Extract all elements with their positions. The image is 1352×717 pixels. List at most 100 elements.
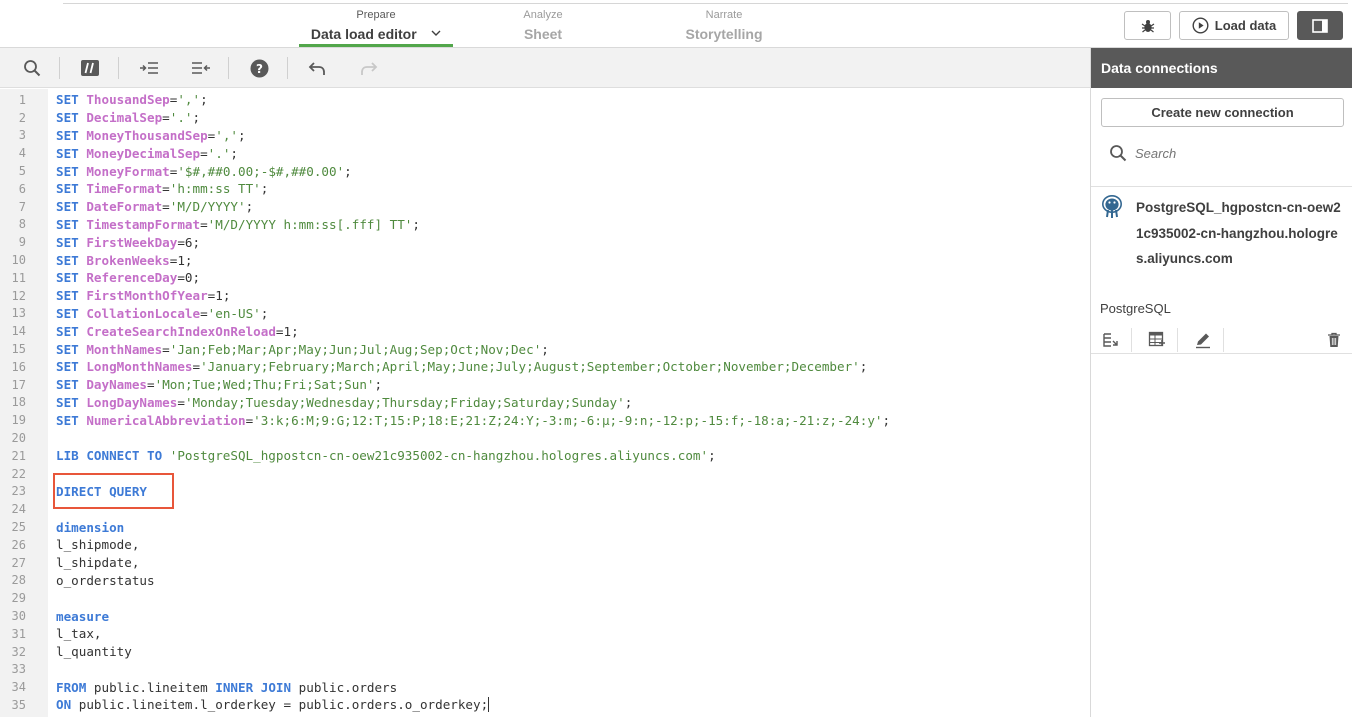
- code-line[interactable]: 29: [0, 589, 1090, 607]
- code-text: SET FirstMonthOfYear=1;: [56, 288, 230, 303]
- panel-toggle-button[interactable]: [1297, 11, 1343, 40]
- connection-name[interactable]: PostgreSQL_hgpostcn-cn-oew21c935002-cn-h…: [1136, 195, 1346, 272]
- highlight-box: [53, 473, 174, 509]
- code-line[interactable]: 20: [0, 429, 1090, 447]
- tab-prepare[interactable]: Prepare Data load editor: [299, 9, 453, 47]
- indent-icon[interactable]: [138, 57, 160, 79]
- undo-icon[interactable]: [306, 57, 328, 79]
- code-line[interactable]: 2 SET DecimalSep='.';: [0, 109, 1090, 127]
- code-token: ;: [412, 216, 420, 232]
- line-number: 7: [18, 199, 26, 214]
- code-text: SET MonthNames='Jan;Feb;Mar;Apr;May;Jun;…: [56, 342, 549, 357]
- connection-actions: [1091, 326, 1352, 354]
- code-line[interactable]: 26 l_shipmode,: [0, 536, 1090, 554]
- tab-analyze[interactable]: Analyze Sheet: [500, 9, 586, 44]
- code-token: MoneyDecimalSep: [86, 145, 201, 161]
- code-line[interactable]: 13 SET CollationLocale='en-US';: [0, 305, 1090, 323]
- code-line[interactable]: 6 SET TimeFormat='h:mm:ss TT';: [0, 180, 1090, 198]
- debug-button[interactable]: [1124, 11, 1171, 40]
- code-line[interactable]: 25 dimension: [0, 518, 1090, 536]
- chevron-down-icon[interactable]: [431, 28, 441, 38]
- line-number: 23: [11, 484, 26, 499]
- line-number: 34: [11, 680, 26, 695]
- code-line[interactable]: 31 l_tax,: [0, 625, 1090, 643]
- code-token: =1;: [275, 323, 299, 339]
- code-token: SET: [56, 92, 87, 108]
- code-token: =: [162, 341, 170, 357]
- code-line[interactable]: 9 SET FirstWeekDay=6;: [0, 233, 1090, 251]
- code-line[interactable]: 19 SET NumericalAbbreviation='3:k;6:M;9:G…: [0, 411, 1090, 429]
- code-line[interactable]: 10 SET BrokenWeeks=1;: [0, 251, 1090, 269]
- comment-icon[interactable]: [79, 57, 101, 79]
- code-line[interactable]: 21 LIB CONNECT TO 'PostgreSQL_hgpostcn-cn…: [0, 447, 1090, 465]
- load-data-button[interactable]: Load data: [1179, 11, 1289, 40]
- code-token: SET: [56, 181, 87, 197]
- edit-icon[interactable]: [1193, 330, 1213, 350]
- code-text: o_orderstatus: [56, 573, 155, 588]
- svg-text:?: ?: [256, 62, 263, 76]
- code-line[interactable]: 3 SET MoneyThousandSep=',';: [0, 127, 1090, 145]
- insert-connection-icon[interactable]: [1101, 330, 1121, 350]
- code-line[interactable]: 14 SET CreateSearchIndexOnReload=1;: [0, 322, 1090, 340]
- code-token: ;: [374, 377, 383, 393]
- code-token: =: [200, 305, 208, 321]
- code-line[interactable]: 1 SET ThousandSep=',';: [0, 91, 1090, 109]
- code-token: LongDayNames: [86, 394, 178, 410]
- code-line[interactable]: 27 l_shipdate,: [0, 554, 1090, 572]
- line-number: 3: [18, 128, 26, 143]
- code-line[interactable]: 7 SET DateFormat='M/D/YYYY';: [0, 198, 1090, 216]
- outdent-icon[interactable]: [190, 57, 212, 79]
- code-line[interactable]: 32 l_quantity: [0, 643, 1090, 661]
- code-line[interactable]: 15 SET MonthNames='Jan;Feb;Mar;Apr;May;Ju…: [0, 340, 1090, 358]
- code-text: FROM public.lineitem INNER JOIN public.o…: [56, 680, 397, 695]
- line-number: 15: [11, 342, 26, 357]
- line-number: 35: [11, 697, 26, 712]
- line-number: 5: [18, 164, 26, 179]
- code-line[interactable]: 28 o_orderstatus: [0, 572, 1090, 590]
- code-token: ',': [177, 92, 201, 108]
- create-connection-button[interactable]: Create new connection: [1101, 98, 1344, 127]
- code-line[interactable]: 33: [0, 661, 1090, 679]
- tab-narrate[interactable]: Narrate Storytelling: [670, 9, 778, 44]
- code-line[interactable]: 16 SET LongMonthNames='January;February;M…: [0, 358, 1090, 376]
- script-editor[interactable]: 1 SET ThousandSep=','; 2 SET DecimalSep='.'…: [0, 91, 1090, 714]
- redo-icon[interactable]: [358, 57, 380, 79]
- code-line[interactable]: 8 SET TimestampFormat='M/D/YYYY h:mm:ss[.…: [0, 216, 1090, 234]
- code-token: =: [162, 199, 170, 215]
- code-token: dimension: [56, 519, 125, 535]
- line-number: 18: [11, 395, 26, 410]
- help-icon[interactable]: ?: [248, 57, 270, 79]
- code-token: ThousandSep: [86, 92, 170, 108]
- code-token: ;: [344, 163, 352, 179]
- code-token: SET: [56, 305, 87, 321]
- code-text: SET CreateSearchIndexOnReload=1;: [56, 324, 299, 339]
- code-line[interactable]: 30 measure: [0, 607, 1090, 625]
- divider: [1223, 328, 1224, 352]
- line-number: 22: [11, 466, 26, 481]
- code-token: =: [200, 145, 208, 161]
- code-line[interactable]: 34 FROM public.lineitem INNER JOIN public…: [0, 678, 1090, 696]
- code-line[interactable]: 4 SET MoneyDecimalSep='.';: [0, 144, 1090, 162]
- code-token: SET: [56, 145, 87, 161]
- code-token: SET: [56, 163, 87, 179]
- code-text: SET MoneyFormat='$#,##0.00;-$#,##0.00';: [56, 164, 352, 179]
- code-token: SET: [56, 412, 87, 428]
- connection-search[interactable]: [1109, 144, 1335, 162]
- search-input[interactable]: [1135, 145, 1335, 161]
- code-token: ;: [245, 199, 254, 215]
- code-line[interactable]: 18 SET LongDayNames='Monday;Tuesday;Wedne…: [0, 394, 1090, 412]
- code-line[interactable]: 35 ON public.lineitem.l_orderkey = public…: [0, 696, 1090, 714]
- connection-type: PostgreSQL: [1100, 301, 1171, 316]
- code-token: 'en-US': [207, 305, 261, 321]
- select-data-icon[interactable]: [1147, 330, 1167, 350]
- code-line[interactable]: 12 SET FirstMonthOfYear=1;: [0, 287, 1090, 305]
- top-bar: Prepare Data load editor Analyze Sheet N…: [0, 0, 1352, 48]
- code-line[interactable]: 17 SET DayNames='Mon;Tue;Wed;Thu;Fri;Sat;…: [0, 376, 1090, 394]
- code-line[interactable]: 5 SET MoneyFormat='$#,##0.00;-$#,##0.00';: [0, 162, 1090, 180]
- line-number: 26: [11, 537, 26, 552]
- delete-icon[interactable]: [1324, 330, 1344, 350]
- code-token: ;: [260, 305, 269, 321]
- code-token: SET: [56, 359, 87, 375]
- search-icon[interactable]: [21, 57, 43, 79]
- code-line[interactable]: 11 SET ReferenceDay=0;: [0, 269, 1090, 287]
